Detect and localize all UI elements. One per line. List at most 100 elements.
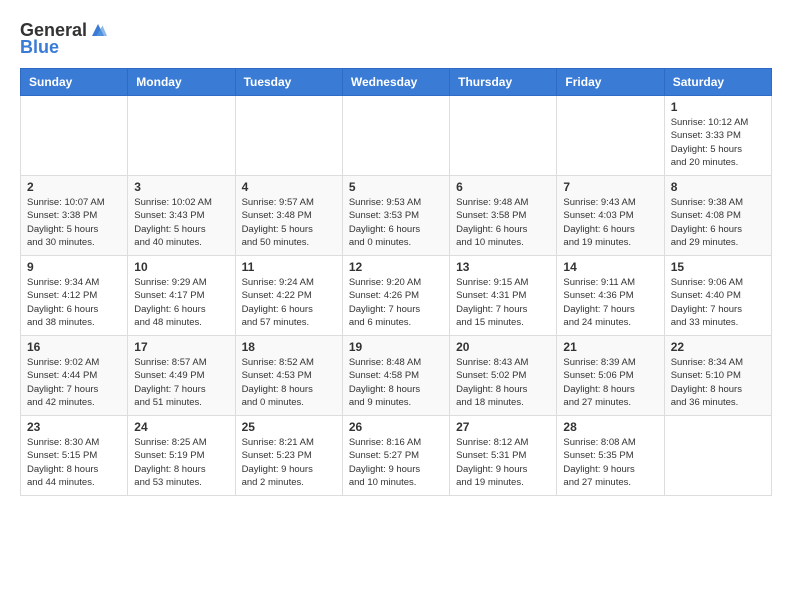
day-info: Sunrise: 8:34 AM Sunset: 5:10 PM Dayligh…: [671, 356, 765, 409]
calendar-week-row: 23 Sunrise: 8:30 AM Sunset: 5:15 PM Dayli…: [21, 416, 772, 496]
day-number: 14: [563, 260, 657, 274]
day-number: 26: [349, 420, 443, 434]
day-number: 17: [134, 340, 228, 354]
day-info: Sunrise: 8:48 AM Sunset: 4:58 PM Dayligh…: [349, 356, 443, 409]
day-info: Sunrise: 8:30 AM Sunset: 5:15 PM Dayligh…: [27, 436, 121, 489]
calendar-cell: 28 Sunrise: 8:08 AM Sunset: 5:35 PM Dayli…: [557, 416, 664, 496]
calendar-cell: 1 Sunrise: 10:12 AM Sunset: 3:33 PM Dayli…: [664, 96, 771, 176]
calendar-week-row: 1 Sunrise: 10:12 AM Sunset: 3:33 PM Dayli…: [21, 96, 772, 176]
calendar-cell: [235, 96, 342, 176]
day-header-saturday: Saturday: [664, 69, 771, 96]
day-number: 19: [349, 340, 443, 354]
calendar-cell: 25 Sunrise: 8:21 AM Sunset: 5:23 PM Dayli…: [235, 416, 342, 496]
day-info: Sunrise: 8:16 AM Sunset: 5:27 PM Dayligh…: [349, 436, 443, 489]
day-info: Sunrise: 9:38 AM Sunset: 4:08 PM Dayligh…: [671, 196, 765, 249]
day-info: Sunrise: 9:11 AM Sunset: 4:36 PM Dayligh…: [563, 276, 657, 329]
day-header-tuesday: Tuesday: [235, 69, 342, 96]
day-number: 25: [242, 420, 336, 434]
day-info: Sunrise: 9:57 AM Sunset: 3:48 PM Dayligh…: [242, 196, 336, 249]
day-info: Sunrise: 10:12 AM Sunset: 3:33 PM Daylig…: [671, 116, 765, 169]
calendar-cell: 24 Sunrise: 8:25 AM Sunset: 5:19 PM Dayli…: [128, 416, 235, 496]
calendar-cell: 9 Sunrise: 9:34 AM Sunset: 4:12 PM Daylig…: [21, 256, 128, 336]
day-info: Sunrise: 8:52 AM Sunset: 4:53 PM Dayligh…: [242, 356, 336, 409]
day-info: Sunrise: 10:07 AM Sunset: 3:38 PM Daylig…: [27, 196, 121, 249]
calendar-week-row: 9 Sunrise: 9:34 AM Sunset: 4:12 PM Daylig…: [21, 256, 772, 336]
day-number: 15: [671, 260, 765, 274]
day-header-thursday: Thursday: [450, 69, 557, 96]
calendar-cell: 14 Sunrise: 9:11 AM Sunset: 4:36 PM Dayli…: [557, 256, 664, 336]
day-info: Sunrise: 9:53 AM Sunset: 3:53 PM Dayligh…: [349, 196, 443, 249]
day-header-friday: Friday: [557, 69, 664, 96]
day-number: 5: [349, 180, 443, 194]
day-number: 4: [242, 180, 336, 194]
calendar-cell: [21, 96, 128, 176]
calendar-table: SundayMondayTuesdayWednesdayThursdayFrid…: [20, 68, 772, 496]
day-number: 2: [27, 180, 121, 194]
day-number: 8: [671, 180, 765, 194]
calendar-cell: [342, 96, 449, 176]
day-number: 23: [27, 420, 121, 434]
day-info: Sunrise: 9:15 AM Sunset: 4:31 PM Dayligh…: [456, 276, 550, 329]
calendar-cell: 22 Sunrise: 8:34 AM Sunset: 5:10 PM Dayli…: [664, 336, 771, 416]
day-header-monday: Monday: [128, 69, 235, 96]
calendar-header-row: SundayMondayTuesdayWednesdayThursdayFrid…: [21, 69, 772, 96]
calendar-cell: 10 Sunrise: 9:29 AM Sunset: 4:17 PM Dayli…: [128, 256, 235, 336]
day-info: Sunrise: 9:06 AM Sunset: 4:40 PM Dayligh…: [671, 276, 765, 329]
calendar-cell: 17Sunrise: 8:57 AM Sunset: 4:49 PM Dayli…: [128, 336, 235, 416]
day-info: Sunrise: 8:08 AM Sunset: 5:35 PM Dayligh…: [563, 436, 657, 489]
calendar-cell: 13 Sunrise: 9:15 AM Sunset: 4:31 PM Dayli…: [450, 256, 557, 336]
day-info: Sunrise: 8:21 AM Sunset: 5:23 PM Dayligh…: [242, 436, 336, 489]
day-number: 3: [134, 180, 228, 194]
day-number: 1: [671, 100, 765, 114]
calendar-week-row: 2 Sunrise: 10:07 AM Sunset: 3:38 PM Dayli…: [21, 176, 772, 256]
day-number: 22: [671, 340, 765, 354]
day-info: Sunrise: 8:43 AM Sunset: 5:02 PM Dayligh…: [456, 356, 550, 409]
calendar-cell: 5 Sunrise: 9:53 AM Sunset: 3:53 PM Daylig…: [342, 176, 449, 256]
calendar-cell: 27Sunrise: 8:12 AM Sunset: 5:31 PM Dayli…: [450, 416, 557, 496]
calendar-cell: [450, 96, 557, 176]
day-header-wednesday: Wednesday: [342, 69, 449, 96]
day-number: 24: [134, 420, 228, 434]
day-info: Sunrise: 9:29 AM Sunset: 4:17 PM Dayligh…: [134, 276, 228, 329]
day-number: 21: [563, 340, 657, 354]
logo: General Blue: [20, 20, 107, 58]
calendar-cell: 2 Sunrise: 10:07 AM Sunset: 3:38 PM Dayli…: [21, 176, 128, 256]
day-number: 7: [563, 180, 657, 194]
calendar-cell: 6Sunrise: 9:48 AM Sunset: 3:58 PM Daylig…: [450, 176, 557, 256]
day-header-sunday: Sunday: [21, 69, 128, 96]
day-info: Sunrise: 9:43 AM Sunset: 4:03 PM Dayligh…: [563, 196, 657, 249]
day-info: Sunrise: 9:24 AM Sunset: 4:22 PM Dayligh…: [242, 276, 336, 329]
calendar-week-row: 16 Sunrise: 9:02 AM Sunset: 4:44 PM Dayli…: [21, 336, 772, 416]
day-info: Sunrise: 9:34 AM Sunset: 4:12 PM Dayligh…: [27, 276, 121, 329]
day-info: Sunrise: 9:02 AM Sunset: 4:44 PM Dayligh…: [27, 356, 121, 409]
calendar-cell: 18 Sunrise: 8:52 AM Sunset: 4:53 PM Dayli…: [235, 336, 342, 416]
calendar-cell: 3Sunrise: 10:02 AM Sunset: 3:43 PM Dayli…: [128, 176, 235, 256]
calendar-cell: 21 Sunrise: 8:39 AM Sunset: 5:06 PM Dayli…: [557, 336, 664, 416]
calendar-cell: 11Sunrise: 9:24 AM Sunset: 4:22 PM Dayli…: [235, 256, 342, 336]
day-number: 16: [27, 340, 121, 354]
calendar-cell: 7 Sunrise: 9:43 AM Sunset: 4:03 PM Daylig…: [557, 176, 664, 256]
calendar-cell: 15 Sunrise: 9:06 AM Sunset: 4:40 PM Dayli…: [664, 256, 771, 336]
calendar-cell: 26 Sunrise: 8:16 AM Sunset: 5:27 PM Dayli…: [342, 416, 449, 496]
day-info: Sunrise: 8:12 AM Sunset: 5:31 PM Dayligh…: [456, 436, 550, 489]
logo-icon: [89, 21, 107, 39]
calendar-cell: 16 Sunrise: 9:02 AM Sunset: 4:44 PM Dayli…: [21, 336, 128, 416]
calendar-cell: 8 Sunrise: 9:38 AM Sunset: 4:08 PM Daylig…: [664, 176, 771, 256]
day-number: 10: [134, 260, 228, 274]
day-number: 12: [349, 260, 443, 274]
day-info: Sunrise: 8:25 AM Sunset: 5:19 PM Dayligh…: [134, 436, 228, 489]
calendar-cell: 4 Sunrise: 9:57 AM Sunset: 3:48 PM Daylig…: [235, 176, 342, 256]
calendar-cell: 19 Sunrise: 8:48 AM Sunset: 4:58 PM Dayli…: [342, 336, 449, 416]
page-header: General Blue: [20, 20, 772, 58]
day-number: 9: [27, 260, 121, 274]
calendar-cell: [557, 96, 664, 176]
calendar-cell: 20 Sunrise: 8:43 AM Sunset: 5:02 PM Dayli…: [450, 336, 557, 416]
day-info: Sunrise: 8:39 AM Sunset: 5:06 PM Dayligh…: [563, 356, 657, 409]
day-number: 28: [563, 420, 657, 434]
calendar-cell: [128, 96, 235, 176]
day-number: 18: [242, 340, 336, 354]
day-number: 13: [456, 260, 550, 274]
calendar-cell: 23 Sunrise: 8:30 AM Sunset: 5:15 PM Dayli…: [21, 416, 128, 496]
day-number: 20: [456, 340, 550, 354]
day-info: Sunrise: 9:20 AM Sunset: 4:26 PM Dayligh…: [349, 276, 443, 329]
